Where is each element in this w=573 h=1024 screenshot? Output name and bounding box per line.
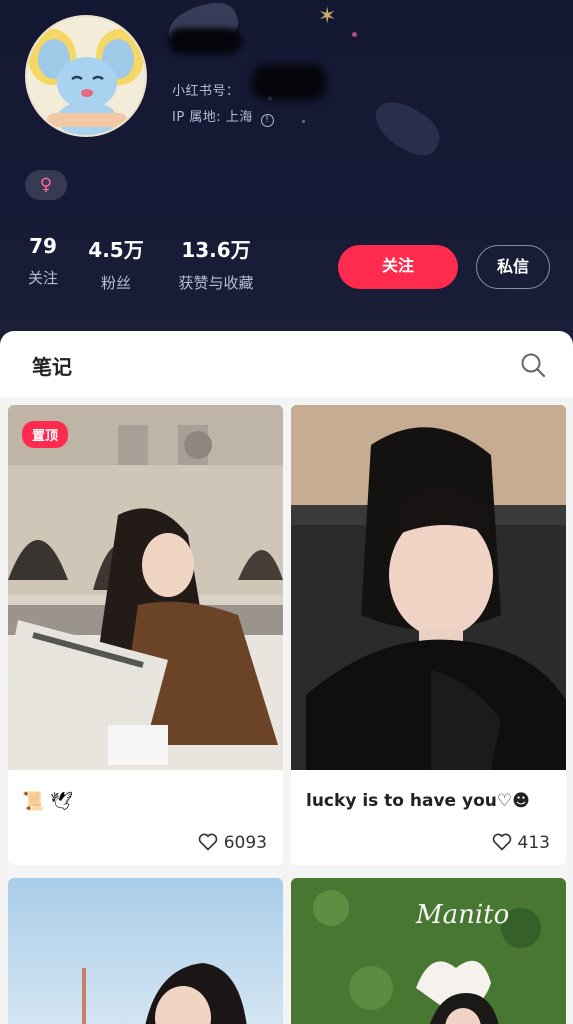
star-dot <box>352 32 357 37</box>
stat-following[interactable]: 79 关注 <box>25 234 61 288</box>
note-card[interactable]: 置顶 📜 🕊 6093 <box>8 405 283 865</box>
note-cover-image: Manito <box>291 878 566 1024</box>
profile-header: ✶ 小红书号： IP 属地: 上海! ♀ 79 关注 4.5万 粉丝 13.6万… <box>0 0 573 345</box>
note-likes[interactable]: 6093 <box>198 833 267 853</box>
likes-collects-label: 获赞与收藏 <box>178 274 254 292</box>
avatar[interactable] <box>25 15 147 137</box>
note-cover-image <box>8 878 283 1024</box>
cover-sky-photo <box>8 878 283 1024</box>
star-decoration: ✶ <box>318 4 337 29</box>
redbook-id[interactable]: 小红书号： <box>172 80 240 99</box>
pinned-badge: 置顶 <box>22 421 69 448</box>
followers-label: 粉丝 <box>100 274 131 292</box>
notes-feed: 置顶 📜 🕊 6093 lucky is to have you♡☻ 413 M… <box>0 397 573 1024</box>
star-dot <box>302 120 305 123</box>
manito-neon-sign: Manito <box>416 900 510 930</box>
stat-followers[interactable]: 4.5万 粉丝 <box>86 234 146 293</box>
cover-street-photo <box>8 405 283 770</box>
info-icon[interactable]: ! <box>260 114 274 127</box>
note-card[interactable] <box>8 878 283 1024</box>
likes-collects-count: 13.6万 <box>181 238 251 262</box>
ip-location: IP 属地: 上海! <box>172 106 274 127</box>
moth-decoration <box>366 93 448 163</box>
note-title: lucky is to have you♡☻ <box>306 791 530 811</box>
following-label: 关注 <box>27 269 58 287</box>
search-icon[interactable] <box>520 352 546 378</box>
heart-icon <box>198 833 218 851</box>
note-cover-image <box>291 405 566 770</box>
gender-female-icon: ♀ <box>25 170 67 200</box>
note-title-emojis: 📜 🕊 <box>22 791 73 812</box>
follow-button[interactable]: 关注 <box>338 245 458 289</box>
notes-tab-bar: 笔记 <box>0 331 573 397</box>
message-button[interactable]: 私信 <box>476 245 550 289</box>
redbook-id-label: 小红书号： <box>172 84 240 99</box>
likes-count: 6093 <box>223 833 267 853</box>
note-cover-image: 置顶 <box>8 405 283 770</box>
note-card[interactable]: lucky is to have you♡☻ 413 <box>291 405 566 865</box>
likes-count: 413 <box>517 833 550 853</box>
stat-likes-collects[interactable]: 13.6万 获赞与收藏 <box>168 234 264 293</box>
tab-notes[interactable]: 笔记 <box>32 351 72 380</box>
followers-count: 4.5万 <box>88 238 144 262</box>
cover-portrait-photo <box>291 405 566 770</box>
redbook-id-redacted <box>252 64 326 100</box>
following-count: 79 <box>29 234 57 258</box>
avatar-illustration <box>27 17 145 135</box>
heart-icon <box>492 833 511 851</box>
note-likes[interactable]: 413 <box>492 833 550 853</box>
username-redacted <box>168 28 242 54</box>
note-card[interactable]: Manito <box>291 878 566 1024</box>
ip-location-label: IP 属地: 上海 <box>172 110 253 125</box>
